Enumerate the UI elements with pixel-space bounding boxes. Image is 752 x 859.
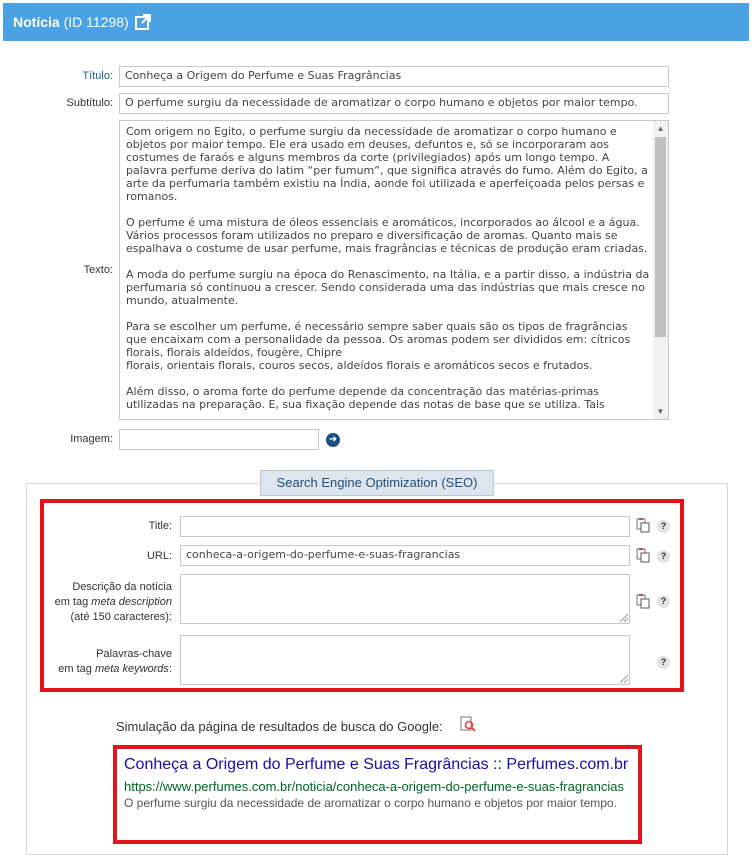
- texto-scrollbar[interactable]: ▲ ▼: [653, 121, 668, 419]
- subtitulo-input[interactable]: O perfume surgiu da necessidade de aroma…: [119, 93, 669, 114]
- help-keywords-icon[interactable]: ?: [657, 656, 670, 669]
- texto-textarea[interactable]: Com origem no Egito, o perfume surgiu da…: [119, 120, 669, 420]
- scroll-thumb[interactable]: [655, 137, 666, 337]
- copy-title-icon[interactable]: [636, 517, 650, 533]
- seo-tab[interactable]: Search Engine Optimization (SEO): [260, 470, 494, 496]
- seo-keywords-label: Palavras-chave em tag meta keywords:: [58, 647, 172, 677]
- keywords-label-line1: Palavras-chave: [96, 648, 172, 660]
- texto-label: Texto:: [83, 264, 113, 276]
- search-preview-icon[interactable]: [460, 716, 476, 732]
- resize-handle-icon[interactable]: [620, 675, 628, 683]
- seo-keywords-textarea[interactable]: [180, 635, 630, 685]
- page-header: Notícia (ID 11298): [3, 3, 749, 41]
- seo-description-textarea[interactable]: [180, 574, 630, 624]
- imagem-go-arrow-icon[interactable]: ➜: [326, 433, 340, 447]
- imagem-input[interactable]: [119, 429, 319, 450]
- seo-description-label: Descrição da notícia em tag meta descrip…: [55, 580, 172, 625]
- seo-url-label: URL:: [146, 550, 172, 562]
- seo-url-input[interactable]: conheca-a-origem-do-perfume-e-suas-fragr…: [180, 545, 630, 566]
- texto-content: Com origem no Egito, o perfume surgiu da…: [126, 125, 650, 411]
- imagem-label: Imagem:: [70, 433, 113, 445]
- page-title: Notícia (ID 11298): [13, 14, 129, 30]
- subtitulo-label: Subtítulo:: [66, 97, 113, 109]
- keywords-label-line2: em tag meta keywords:: [58, 663, 172, 675]
- external-link-icon[interactable]: [135, 14, 151, 30]
- description-label-line1: Descrição da notícia: [72, 581, 172, 593]
- record-id: (ID 11298): [63, 14, 129, 30]
- description-label-line2: em tag meta description: [54, 596, 172, 608]
- page-title-text: Notícia: [13, 14, 60, 30]
- google-result-description: O perfume surgiu da necessidade de aroma…: [124, 796, 617, 810]
- seo-title-label: Title:: [148, 520, 172, 532]
- titulo-label: Título:: [82, 70, 113, 82]
- help-description-icon[interactable]: ?: [657, 595, 670, 608]
- help-url-icon[interactable]: ?: [657, 550, 670, 563]
- resize-handle-icon[interactable]: [620, 614, 628, 622]
- seo-title-input[interactable]: [180, 516, 630, 537]
- help-title-icon[interactable]: ?: [657, 520, 670, 533]
- scroll-down-arrow-icon[interactable]: ▼: [653, 404, 668, 419]
- google-result-title[interactable]: Conheça a Origem do Perfume e Suas Fragr…: [124, 756, 634, 774]
- description-label-line3: (até 150 caracteres):: [70, 611, 173, 623]
- copy-url-icon[interactable]: [636, 547, 650, 563]
- titulo-input[interactable]: Conheça a Origem do Perfume e Suas Fragr…: [119, 66, 669, 87]
- google-result-url: https://www.perfumes.com.br/noticia/conh…: [124, 779, 624, 794]
- scroll-up-arrow-icon[interactable]: ▲: [653, 121, 668, 136]
- google-simulation-label: Simulação da página de resultados de bus…: [116, 719, 443, 734]
- copy-description-icon[interactable]: [636, 593, 650, 609]
